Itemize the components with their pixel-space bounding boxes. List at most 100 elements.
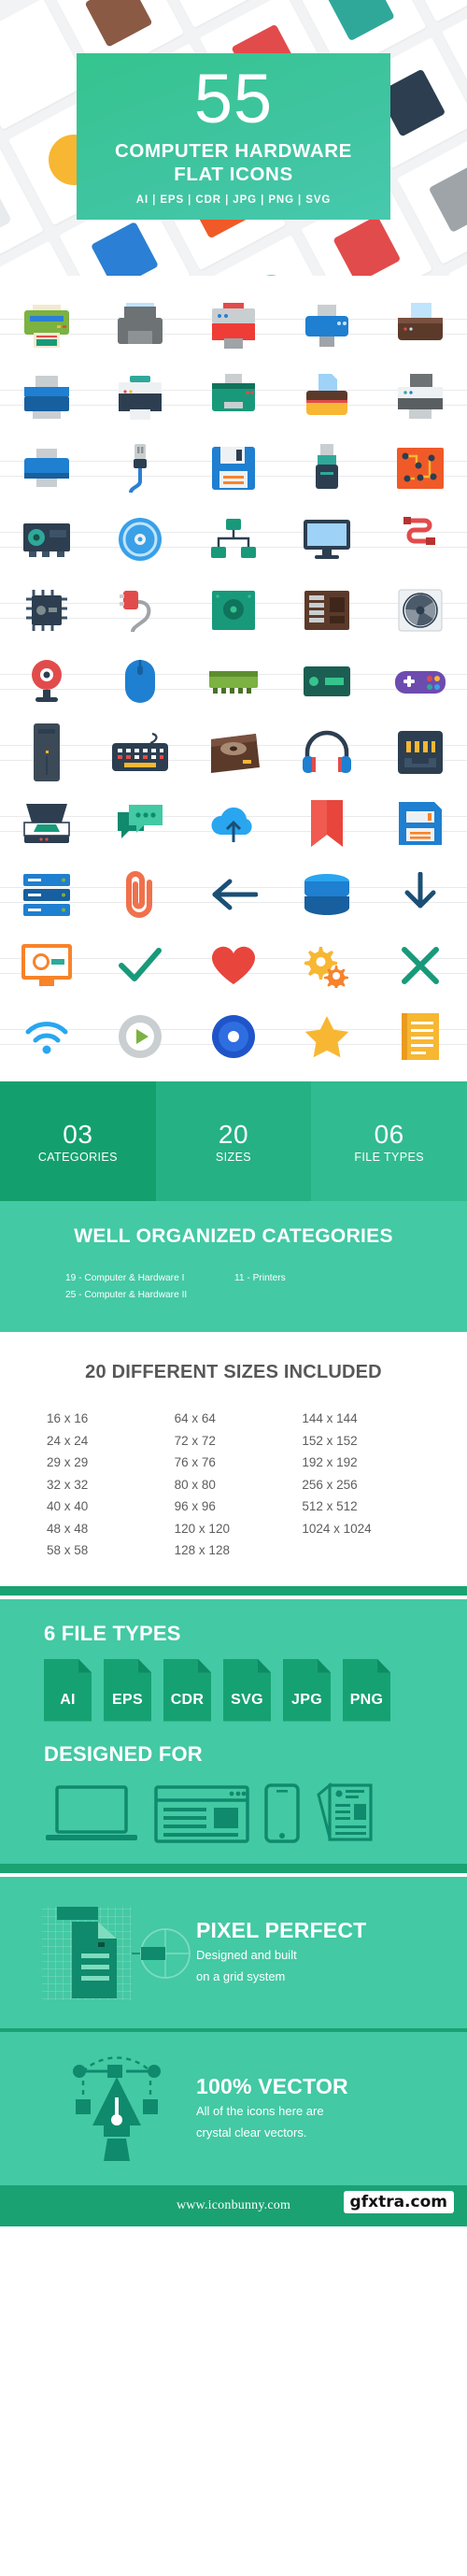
icon-graphics-card[interactable] (0, 504, 93, 575)
designed-for-section: DESIGNED FOR (0, 1721, 467, 1864)
hero-section: 55 COMPUTER HARDWARE FLAT ICONS AI | EPS… (0, 0, 467, 276)
categories-heading: WELL ORGANIZED CATEGORIES (74, 1225, 393, 1247)
icon-printer-green[interactable] (0, 291, 93, 362)
icon-ram-module[interactable] (187, 646, 280, 717)
icon-paper-clip[interactable] (93, 859, 187, 930)
pixel-grid-document-icon (37, 1901, 196, 2004)
icon-hard-disk-box[interactable] (187, 717, 280, 788)
icon-keyboard[interactable] (93, 717, 187, 788)
file-type-badge-ai: AI (44, 1658, 92, 1722)
icon-database-server[interactable] (280, 859, 374, 930)
icon-floppy-disk[interactable] (187, 433, 280, 504)
icon-processor-chip[interactable] (0, 575, 93, 646)
categories-column-left: 19 - Computer & Hardware I 25 - Computer… (65, 1270, 234, 1304)
feature-pixel-perfect: PIXEL PERFECT Designed and built on a gr… (0, 1876, 467, 2028)
icon-printer-darkgrey[interactable] (374, 362, 467, 433)
stat-sizes: 20 SIZES (155, 1081, 312, 1201)
icon-cloud-upload[interactable] (187, 788, 280, 859)
icon-monitor-settings[interactable] (0, 930, 93, 1001)
icon-pack-preview-page: 55 COMPUTER HARDWARE FLAT ICONS AI | EPS… (0, 0, 467, 2576)
icon-ethernet-port[interactable] (374, 717, 467, 788)
file-type-badge-eps: EPS (104, 1658, 151, 1722)
icon-power-plug[interactable] (93, 575, 187, 646)
size-item: 192 x 192 (302, 1455, 358, 1469)
icon-motherboard[interactable] (280, 575, 374, 646)
icon-network-switch[interactable] (187, 504, 280, 575)
device-icons-row (0, 1767, 467, 1843)
icon-printer-blue[interactable] (280, 291, 374, 362)
sizes-column-3: 144 x 144 152 x 152 192 x 192 256 x 256 … (302, 1408, 430, 1562)
icon-game-controller[interactable] (374, 646, 467, 717)
file-type-badge-svg: SVG (223, 1658, 271, 1722)
icon-floppy-save[interactable] (374, 788, 467, 859)
size-item: 16 x 16 (47, 1411, 89, 1425)
icon-circuit-board[interactable] (374, 433, 467, 504)
icon-computer-tower[interactable] (0, 717, 93, 788)
icon-star[interactable] (280, 1001, 374, 1072)
icon-gears[interactable] (280, 930, 374, 1001)
footer: www.iconbunny.com gfxtra.com (0, 2184, 467, 2226)
sizes-column-2: 64 x 64 72 x 72 76 x 76 80 x 80 96 x 96 … (175, 1408, 303, 1562)
icon-printer-grey[interactable] (93, 291, 187, 362)
size-item: 48 x 48 (47, 1521, 89, 1536)
table-row (0, 433, 467, 504)
icon-document-lines[interactable] (374, 1001, 467, 1072)
size-item: 64 x 64 (174, 1411, 216, 1425)
table-row (0, 717, 467, 788)
icon-cable-red[interactable] (374, 504, 467, 575)
file-types-section: 6 FILE TYPES AI EPS CDR SVG JPG PNG (0, 1598, 467, 1722)
icon-compact-disc[interactable] (187, 1001, 280, 1072)
file-type-label: SVG (231, 1691, 263, 1708)
file-type-label: AI (60, 1691, 76, 1708)
icon-printer-blue-2[interactable] (0, 362, 93, 433)
icon-usb-flash-drive[interactable] (280, 433, 374, 504)
icon-heart[interactable] (187, 930, 280, 1001)
category-item: 19 - Computer & Hardware I (65, 1273, 185, 1283)
icon-monitor[interactable] (280, 504, 374, 575)
feature-line-1: All of the icons here are (196, 2104, 324, 2118)
icon-web-cam[interactable] (0, 646, 93, 717)
icon-usb-cable[interactable] (93, 433, 187, 504)
icon-download-arrow[interactable] (374, 859, 467, 930)
table-row (0, 930, 467, 1001)
icon-printer-navy[interactable] (93, 362, 187, 433)
pixel-perfect-text: PIXEL PERFECT Designed and built on a gr… (196, 1918, 366, 1986)
hero-title-line-1: COMPUTER HARDWARE (115, 140, 352, 162)
icon-wifi-signal[interactable] (0, 1001, 93, 1072)
stat-file-types: 06 FILE TYPES (311, 1081, 467, 1201)
icon-computer-mouse[interactable] (93, 646, 187, 717)
icon-printer-yellow[interactable] (280, 362, 374, 433)
icon-cooling-fan[interactable] (374, 575, 467, 646)
icon-headphones[interactable] (280, 717, 374, 788)
icon-check-mark[interactable] (93, 930, 187, 1001)
icon-server-box[interactable] (280, 646, 374, 717)
table-row (0, 291, 467, 362)
icon-bookmark-ribbon[interactable] (280, 788, 374, 859)
icon-printer-blue-3[interactable] (0, 433, 93, 504)
icon-arrow-left[interactable] (187, 859, 280, 930)
icon-cross-mark[interactable] (374, 930, 467, 1001)
icon-cd-disc[interactable] (93, 504, 187, 575)
sizes-heading: 20 DIFFERENT SIZES INCLUDED (85, 1362, 382, 1382)
feature-title: 100% VECTOR (196, 2074, 348, 2098)
file-type-label: JPG (291, 1691, 322, 1708)
icon-server-rack[interactable] (0, 859, 93, 930)
table-row (0, 788, 467, 859)
icon-chat-bubbles[interactable] (93, 788, 187, 859)
icon-play-button[interactable] (93, 1001, 187, 1072)
stat-label: SIZES (215, 1150, 252, 1164)
vector-text: 100% VECTOR All of the icons here are cr… (196, 2074, 348, 2142)
icon-hard-drive-green[interactable] (187, 575, 280, 646)
file-type-badge-png: PNG (343, 1658, 390, 1722)
category-item: 11 - Printers (234, 1273, 286, 1283)
size-item: 29 x 29 (47, 1455, 89, 1469)
size-item: 40 x 40 (47, 1499, 89, 1513)
icon-scanner[interactable] (0, 788, 93, 859)
icon-printer-red[interactable] (187, 291, 280, 362)
size-item: 512 x 512 (302, 1499, 358, 1513)
divider-band-middle (0, 1863, 467, 1873)
designed-for-heading: DESIGNED FOR (44, 1741, 203, 1766)
icon-printer-brown[interactable] (374, 291, 467, 362)
icon-printer-teal[interactable] (187, 362, 280, 433)
website-url[interactable]: www.iconbunny.com (177, 2198, 290, 2213)
